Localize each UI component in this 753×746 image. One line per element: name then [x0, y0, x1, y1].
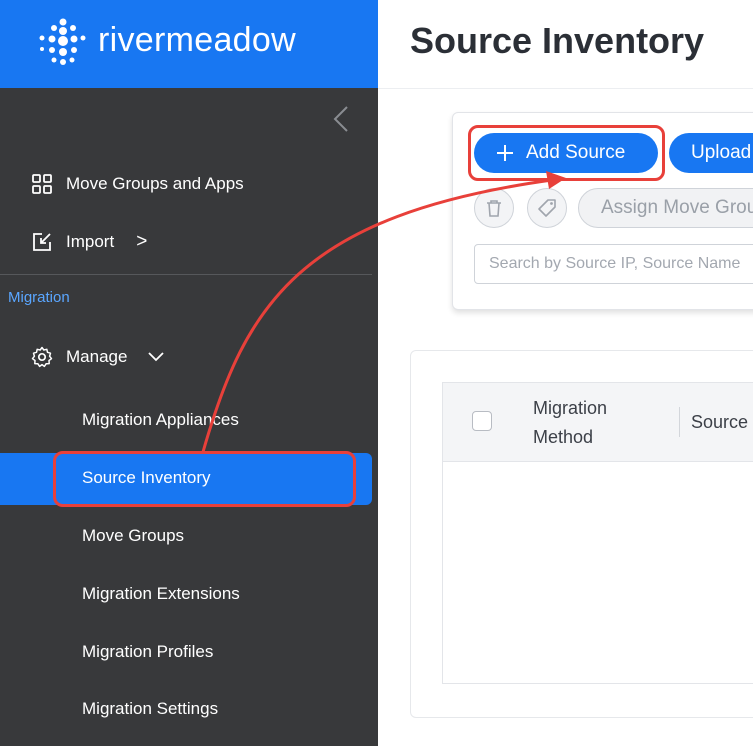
- tag-icon: [538, 199, 556, 217]
- column-header-source[interactable]: Source: [691, 408, 748, 437]
- add-source-button[interactable]: Add Source: [474, 133, 658, 173]
- search-input[interactable]: [474, 244, 753, 284]
- sidebar-item-migration-appliances[interactable]: Migration Appliances: [82, 410, 239, 430]
- import-icon: [33, 233, 51, 251]
- assign-move-group-label: Assign Move Group: [601, 197, 753, 218]
- table-body: [442, 462, 753, 684]
- plus-icon: [497, 145, 513, 161]
- sidebar-item-move-groups[interactable]: Move Groups: [82, 526, 184, 546]
- sidebar-item-label: Import: [66, 232, 115, 251]
- delete-button[interactable]: [474, 188, 514, 228]
- sidebar-item-migration-profiles[interactable]: Migration Profiles: [82, 642, 213, 662]
- assign-move-group-button[interactable]: Assign Move Group: [578, 188, 753, 228]
- select-all-checkbox[interactable]: [472, 411, 492, 431]
- sidebar-item-migration-settings[interactable]: Migration Settings: [82, 699, 218, 719]
- sidebar-item-migration-extensions[interactable]: Migration Extensions: [82, 584, 240, 604]
- collapse-sidebar-chevron-left-icon[interactable]: [330, 104, 352, 134]
- gear-icon: [31, 346, 53, 368]
- brand-name: rivermeadow: [98, 21, 296, 59]
- sidebar-item-import[interactable]: Import >: [30, 230, 147, 254]
- sidebar: rivermeadow Move Groups and Apps Import …: [0, 0, 378, 746]
- header-divider: [378, 88, 753, 89]
- add-source-label: Add Source: [526, 142, 626, 163]
- chevron-down-icon: [148, 352, 165, 362]
- sidebar-item-label: Manage: [66, 347, 128, 366]
- tag-button[interactable]: [527, 188, 567, 228]
- page-title: Source Inventory: [410, 20, 705, 61]
- grid-icon: [32, 174, 52, 194]
- brand-header: rivermeadow: [0, 0, 378, 88]
- sidebar-item-source-inventory[interactable]: Source Inventory: [82, 468, 211, 488]
- upload-button[interactable]: Upload: [669, 133, 753, 173]
- sidebar-divider: [0, 274, 372, 275]
- column-separator: [679, 407, 680, 437]
- sidebar-item-move-groups-and-apps[interactable]: Move Groups and Apps: [30, 172, 244, 196]
- trash-icon: [487, 200, 501, 217]
- chevron-right-icon: >: [136, 231, 148, 252]
- sidebar-item-manage[interactable]: Manage: [30, 345, 165, 369]
- section-label-migration: Migration: [8, 289, 70, 306]
- sidebar-item-label: Move Groups and Apps: [66, 174, 244, 193]
- rivermeadow-logo-icon: [39, 18, 86, 65]
- column-header-migration-method[interactable]: Migration Method: [533, 394, 643, 452]
- upload-label: Upload: [691, 142, 752, 163]
